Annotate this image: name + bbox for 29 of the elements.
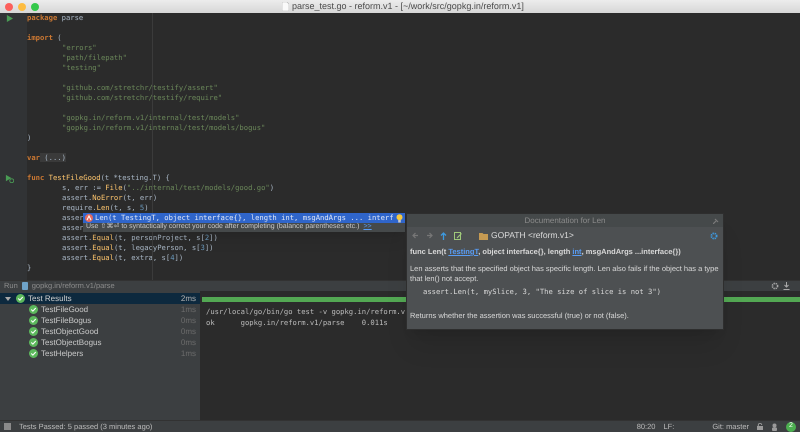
passed-icon (29, 316, 38, 325)
edit-source-icon[interactable] (454, 232, 462, 240)
passed-icon (29, 327, 38, 336)
settings-icon[interactable] (771, 282, 779, 290)
go-file-icon (22, 282, 28, 290)
passed-icon (29, 338, 38, 347)
close-window-button[interactable] (5, 2, 13, 10)
lock-icon[interactable] (757, 423, 763, 430)
method-icon (85, 214, 93, 222)
download-icon[interactable] (783, 282, 790, 290)
up-arrow-icon[interactable] (440, 232, 447, 240)
lightbulb-icon[interactable] (396, 214, 403, 222)
window-title: parse_test.go - reform.v1 - [~/work/src/gopkg.in/reform.v1] (292, 0, 524, 13)
expand-arrow-icon[interactable] (5, 296, 11, 302)
file-icon (282, 2, 289, 11)
back-icon[interactable] (412, 232, 419, 239)
folder-icon (479, 232, 488, 240)
zoom-window-button[interactable] (31, 2, 39, 10)
panel-toggle-icon[interactable] (4, 423, 11, 430)
popup-title: Documentation for Len (524, 214, 606, 226)
pin-icon[interactable] (713, 218, 719, 224)
passed-icon (29, 349, 38, 358)
test-tree-item[interactable]: Test Results 2ms (0, 293, 200, 304)
run-test-icon[interactable] (5, 174, 14, 182)
passed-icon (29, 305, 38, 314)
forward-icon[interactable] (426, 232, 433, 239)
settings-icon[interactable] (710, 232, 718, 240)
doc-location: GOPATH <reform.v1> (491, 229, 574, 242)
passed-icon (16, 294, 25, 303)
